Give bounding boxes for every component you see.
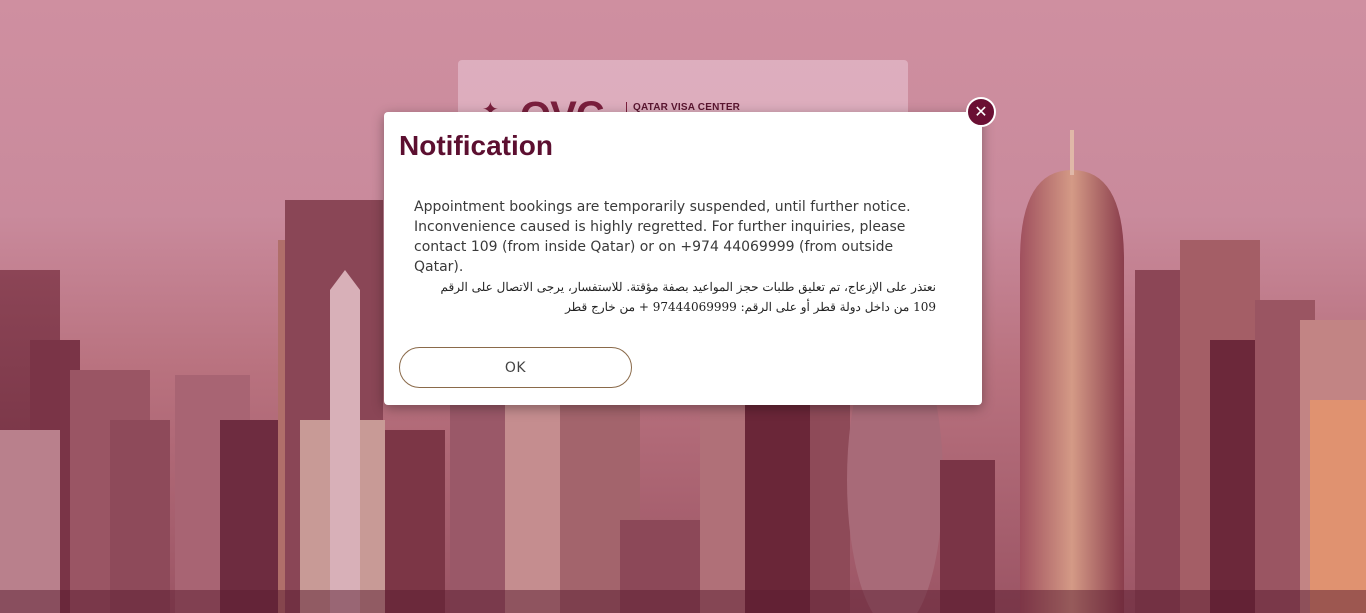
message-english: Appointment bookings are temporarily sus… — [414, 199, 911, 275]
dialog-title: Notification — [399, 130, 553, 161]
modal-overlay: Notification Appointment bookings are te… — [0, 0, 1366, 613]
close-icon[interactable]: ✕ — [966, 97, 996, 127]
message-arabic: نعتذر على الإزعاج، تم تعليق طلبات حجز ال… — [440, 280, 937, 314]
ok-button[interactable]: OK — [399, 347, 632, 388]
notification-dialog: Notification Appointment bookings are te… — [384, 112, 982, 405]
